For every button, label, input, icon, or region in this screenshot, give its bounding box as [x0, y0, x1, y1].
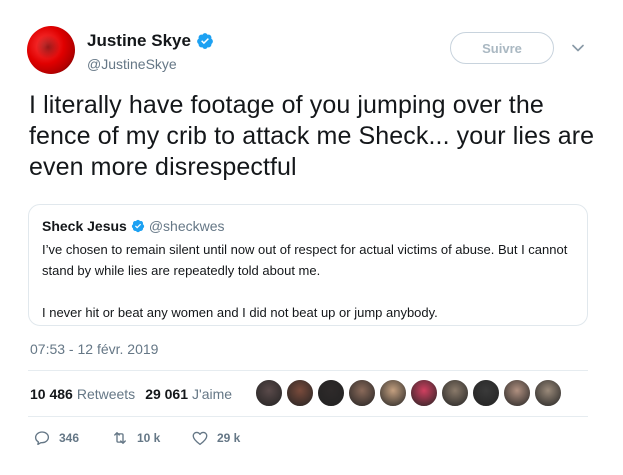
- liker-avatar[interactable]: [255, 379, 283, 407]
- retweets-count[interactable]: 10 486: [30, 386, 73, 402]
- quoted-tweet-paragraph: I never hit or beat any women and I did …: [42, 305, 438, 320]
- author-avatar[interactable]: [27, 26, 75, 74]
- liker-avatar[interactable]: [534, 379, 562, 407]
- verified-badge-icon: [197, 33, 213, 49]
- reply-icon: [34, 431, 50, 446]
- liker-avatar[interactable]: [503, 379, 531, 407]
- retweets-label[interactable]: Retweets: [77, 386, 135, 402]
- liker-avatar[interactable]: [317, 379, 345, 407]
- retweet-count: 10 k: [137, 431, 161, 445]
- likes-label[interactable]: J'aime: [192, 386, 232, 402]
- liker-avatar[interactable]: [472, 379, 500, 407]
- like-button[interactable]: 29 k: [191, 429, 240, 447]
- verified-badge-icon: [131, 219, 144, 233]
- chevron-down-icon[interactable]: [572, 44, 584, 52]
- reply-count: 346: [59, 431, 80, 445]
- reply-button[interactable]: 346: [33, 429, 111, 447]
- tweet-actions: 346 10 k 29 k: [33, 429, 240, 447]
- liker-avatar[interactable]: [286, 379, 314, 407]
- follow-button[interactable]: Suivre: [450, 32, 554, 64]
- quoted-tweet-paragraph: I’ve chosen to remain silent until now o…: [42, 242, 568, 278]
- liker-avatar[interactable]: [348, 379, 376, 407]
- author-name[interactable]: Justine Skye: [87, 31, 191, 51]
- tweet-stats: 10 486 Retweets 29 061 J'aime: [30, 386, 232, 402]
- quoted-tweet-body: I’ve chosen to remain silent until now o…: [42, 239, 582, 323]
- like-count: 29 k: [217, 431, 241, 445]
- author-handle[interactable]: @JustineSkye: [87, 56, 177, 72]
- quoted-author-name: Sheck Jesus: [42, 218, 127, 234]
- tweet-text: I literally have footage of you jumping …: [29, 91, 595, 181]
- liker-avatar[interactable]: [441, 379, 469, 407]
- author-name-row: Justine Skye: [87, 31, 214, 51]
- liker-avatars: [255, 379, 565, 407]
- quoted-author-handle: @sheckwes: [148, 218, 225, 234]
- tweet-timestamp[interactable]: 07:53 - 12 févr. 2019: [30, 341, 158, 357]
- liker-avatar[interactable]: [379, 379, 407, 407]
- retweet-icon: [114, 432, 126, 444]
- divider: [28, 370, 588, 371]
- heart-icon: [192, 431, 208, 446]
- likes-count[interactable]: 29 061: [145, 386, 188, 402]
- liker-avatar[interactable]: [410, 379, 438, 407]
- divider: [28, 416, 588, 417]
- quoted-tweet[interactable]: Sheck Jesus @sheckwes I’ve chosen to rem…: [28, 204, 588, 326]
- retweet-button[interactable]: 10 k: [111, 429, 191, 447]
- quoted-tweet-header: Sheck Jesus @sheckwes: [42, 218, 225, 234]
